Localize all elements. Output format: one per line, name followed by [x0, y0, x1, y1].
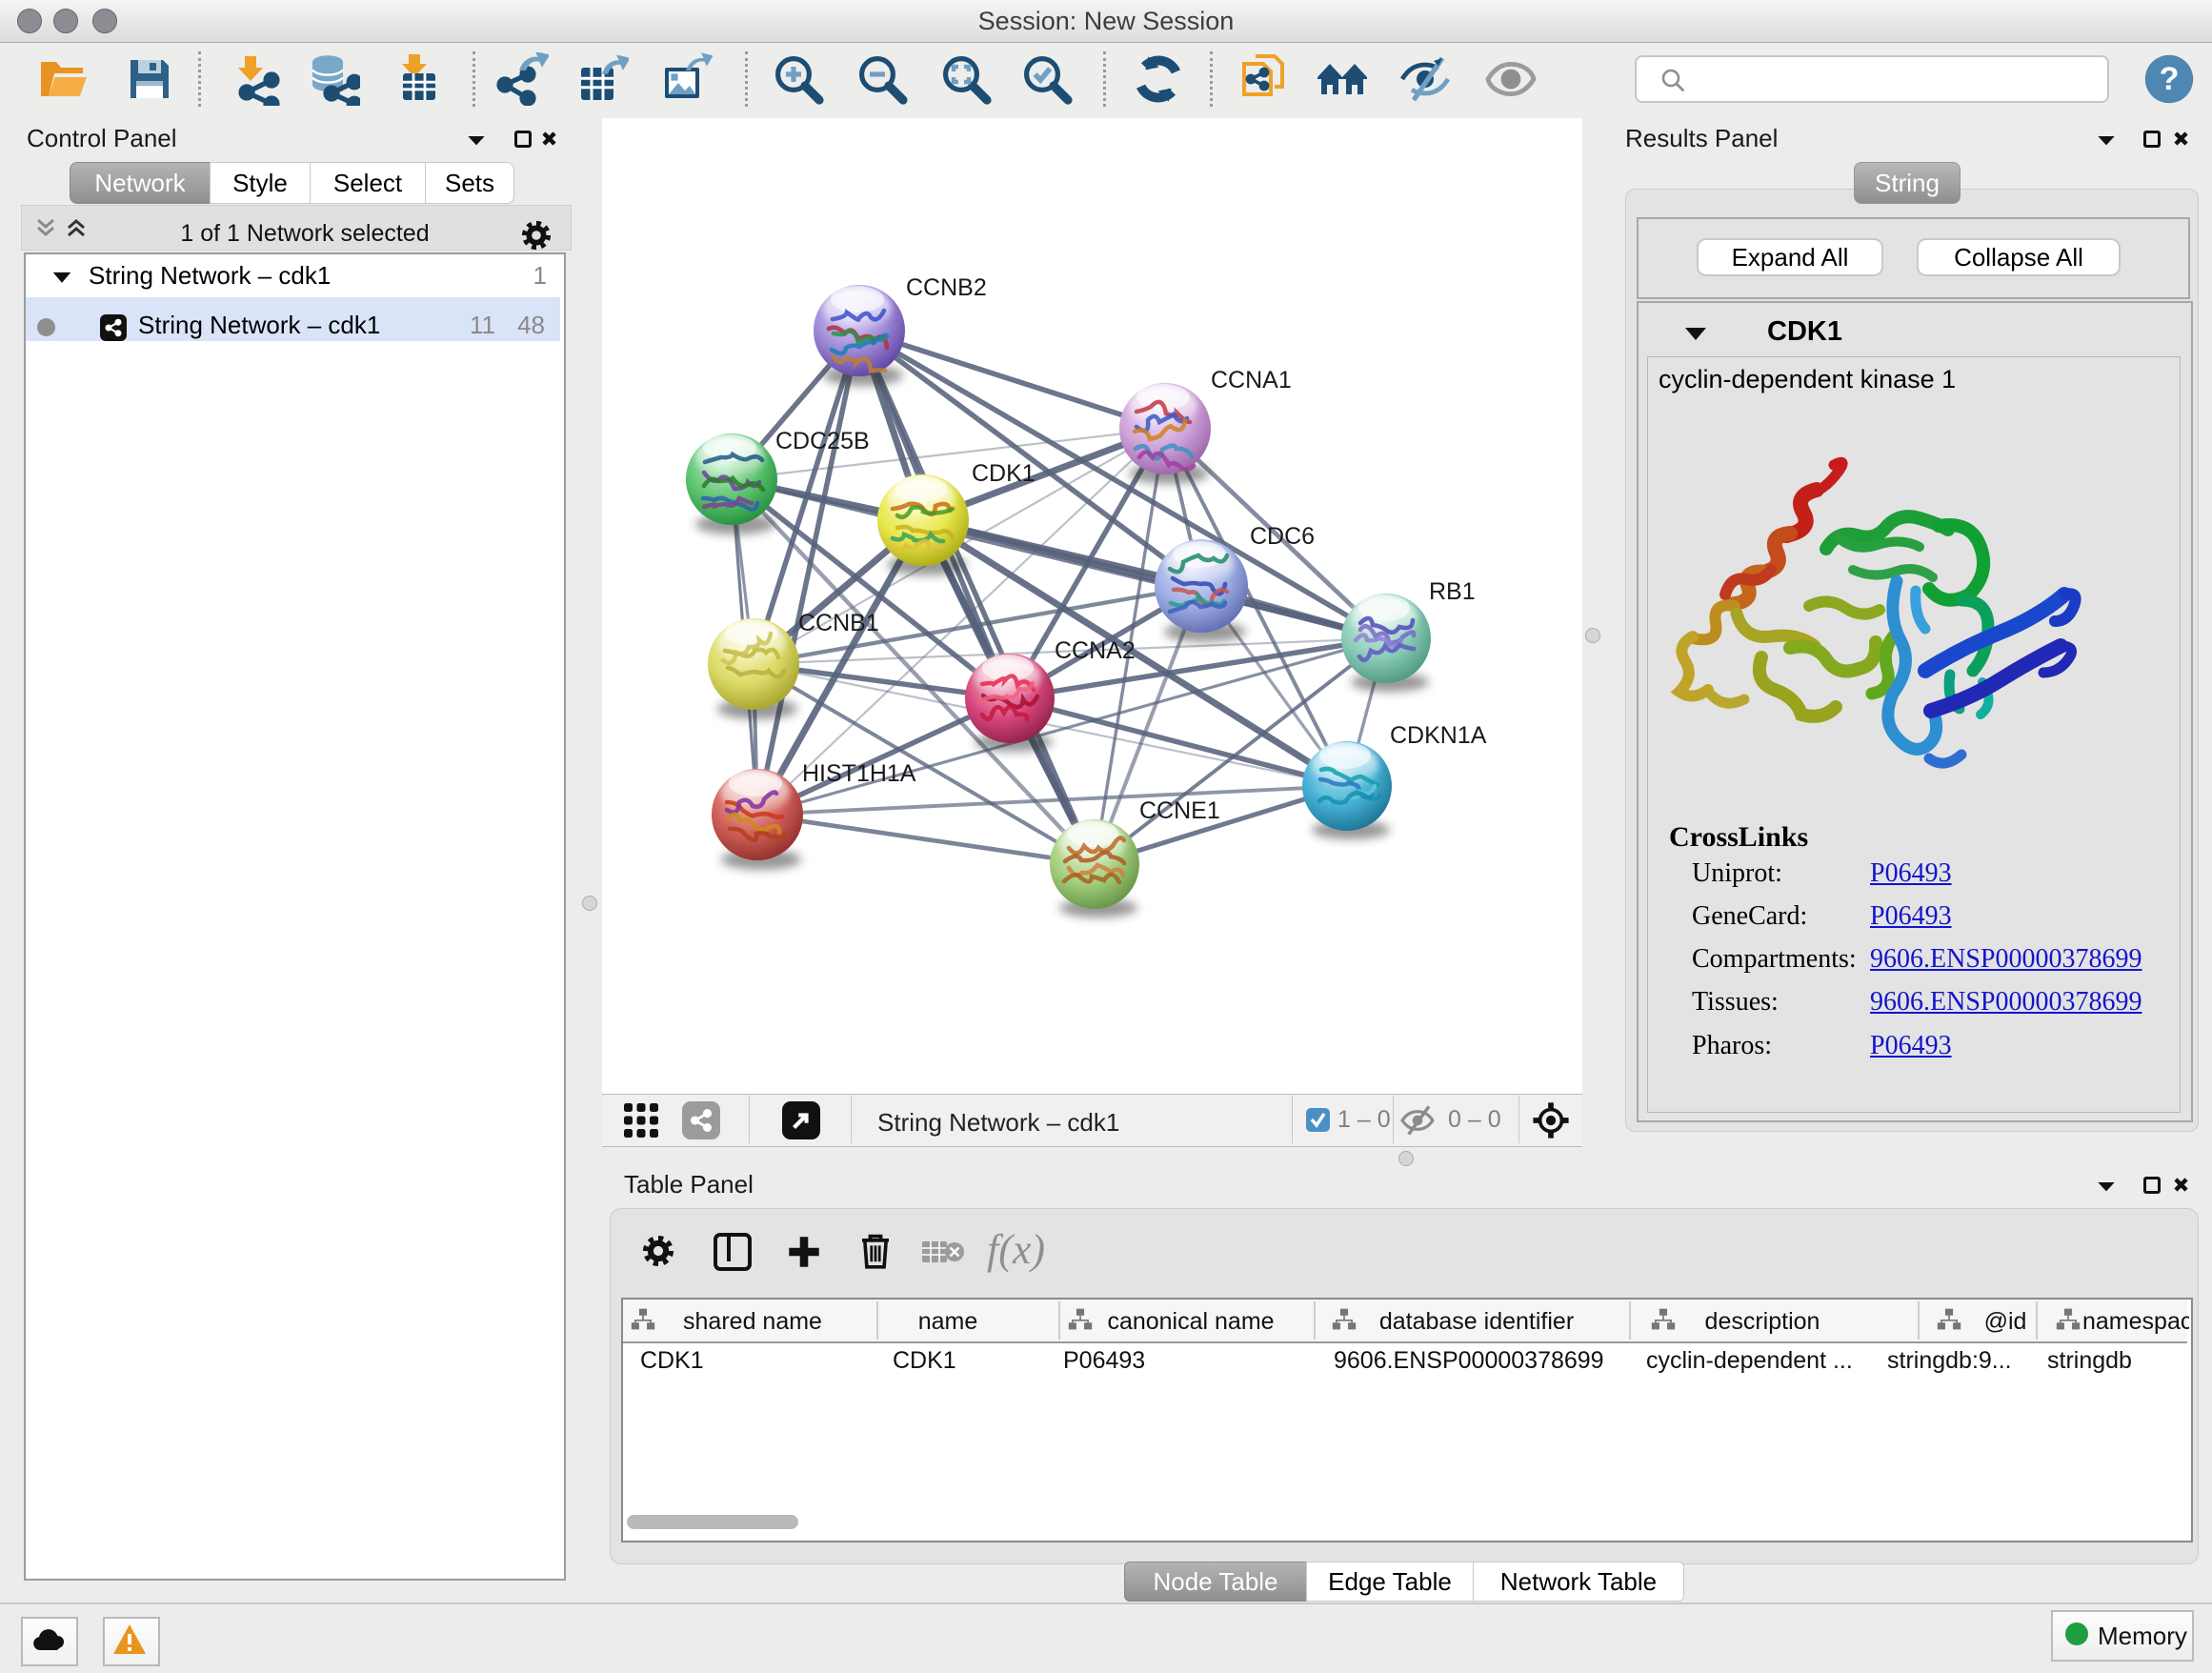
- svg-text:HIST1H1A: HIST1H1A: [802, 760, 916, 787]
- svg-text:CCNE1: CCNE1: [1139, 797, 1220, 824]
- svg-text:CDKN1A: CDKN1A: [1390, 722, 1487, 749]
- svg-text:CCNB2: CCNB2: [906, 274, 987, 301]
- svg-text:CDC25B: CDC25B: [775, 428, 870, 454]
- svg-text:CDK1: CDK1: [972, 460, 1036, 487]
- svg-text:CCNB1: CCNB1: [798, 610, 879, 636]
- svg-text:RB1: RB1: [1429, 578, 1476, 605]
- svg-text:CCNA1: CCNA1: [1211, 367, 1292, 393]
- svg-text:CDC6: CDC6: [1250, 523, 1315, 550]
- svg-text:CCNA2: CCNA2: [1055, 637, 1136, 664]
- svg-text:?: ?: [2160, 61, 2180, 97]
